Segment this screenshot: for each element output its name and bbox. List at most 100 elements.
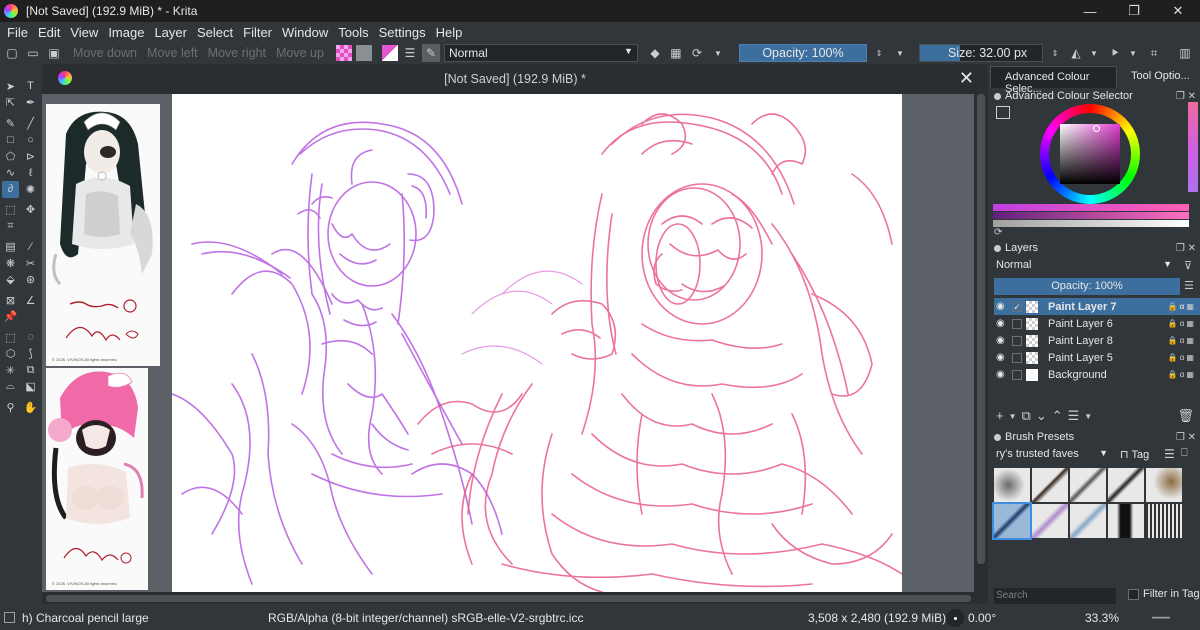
restore-button[interactable]: ❐ <box>1112 0 1156 22</box>
opacity-slider[interactable]: Opacity: 100% <box>738 44 867 62</box>
colour-settings-icon[interactable] <box>996 106 1010 119</box>
filter-in-tag-checkbox[interactable]: Filter in Tag <box>1128 588 1200 600</box>
reference-tool-icon[interactable]: 📌 <box>2 309 19 326</box>
contiguous-select-icon[interactable]: ✳ <box>2 362 19 379</box>
enclose-fill-icon[interactable]: ⊛ <box>22 272 39 289</box>
close-window-button[interactable]: ✕ <box>1156 0 1200 22</box>
add-layer-icon[interactable]: + <box>996 408 1004 424</box>
status-color-profile[interactable]: RGB/Alpha (8-bit integer/channel) sRGB-e… <box>268 611 583 625</box>
panel-float-close-icon[interactable]: ❐ ✕ <box>1176 432 1196 443</box>
colorize-mask-icon[interactable]: ❋ <box>2 255 19 272</box>
layer-menu-icon[interactable]: ☰ <box>1184 279 1194 292</box>
move-layer-down-icon[interactable]: ⌄ <box>1036 408 1047 424</box>
duplicate-layer-icon[interactable]: ⧉ <box>1022 408 1031 424</box>
move-left-button[interactable]: Move left <box>147 46 198 60</box>
chevron-down-icon[interactable]: ▼ <box>1009 408 1017 424</box>
calligraphy-icon[interactable]: ✒ <box>22 95 39 112</box>
visibility-eye-icon[interactable]: ◉ <box>996 352 1006 363</box>
edit-shapes-icon[interactable]: ⇱ <box>2 95 19 112</box>
wrap-around-icon[interactable]: ⌗ <box>1145 44 1163 62</box>
colour-gradient-bar-3[interactable] <box>993 220 1189 227</box>
size-stepper-icon[interactable]: ⇕ <box>1046 44 1064 62</box>
move-up-button[interactable]: Move up <box>276 46 324 60</box>
horizontal-scroll-thumb[interactable] <box>46 595 971 602</box>
move-tool-icon[interactable]: ✥ <box>22 202 39 219</box>
mirror-vertical-icon[interactable]: ⯈ <box>1106 44 1124 62</box>
layer-row[interactable]: ◉ Paint Layer 8 🔒α▦ <box>994 332 1200 349</box>
colour-gradient-bar-2[interactable] <box>993 212 1189 219</box>
open-folder-icon[interactable]: ▭ <box>24 44 42 62</box>
vertical-scrollbar[interactable] <box>974 94 988 592</box>
transform-tool-icon[interactable]: ⬚ <box>2 202 19 219</box>
menu-filter[interactable]: Filter <box>238 25 277 40</box>
layer-row[interactable]: ◉ Background 🔒α▦ <box>994 366 1200 383</box>
rectangle-tool-icon[interactable]: □ <box>2 132 19 149</box>
brush-preset[interactable] <box>1146 504 1182 538</box>
pan-tool-icon[interactable]: ✋ <box>22 399 39 416</box>
delete-layer-icon[interactable]: 🗑 <box>1177 408 1194 424</box>
menu-select[interactable]: Select <box>192 25 238 40</box>
visibility-eye-icon[interactable]: ◉ <box>996 318 1006 329</box>
blend-mode-select[interactable]: Normal ▼ <box>443 44 638 62</box>
menu-settings[interactable]: Settings <box>374 25 431 40</box>
filter-icon[interactable]: ⊽ <box>1184 259 1192 272</box>
foreground-background-color-icon[interactable] <box>381 45 398 61</box>
move-down-button[interactable]: Move down <box>73 46 137 60</box>
preset-search-input[interactable]: Search <box>994 588 1116 604</box>
freehand-path-icon[interactable]: ℓ <box>22 165 39 182</box>
reference-image-2[interactable]: © 2026. VIVINOS All rights reserved. <box>46 368 148 590</box>
tag-button[interactable]: ⊓ Tag <box>1120 448 1149 461</box>
save-icon[interactable]: ▣ <box>45 44 63 62</box>
color-sampler-icon[interactable]: ⁄ <box>22 239 39 256</box>
layer-props-icons[interactable]: 🔒α▦ <box>1168 302 1196 311</box>
preset-tag-select[interactable]: ry's trusted faves ▼ <box>994 446 1110 464</box>
layer-checkbox[interactable] <box>1012 318 1022 329</box>
rotation-control[interactable]: 0.00° <box>946 609 996 627</box>
brush-preset[interactable] <box>1032 468 1068 502</box>
text-tool-icon[interactable]: T <box>22 78 39 95</box>
layer-props-icons[interactable]: 🔒α▦ <box>1168 353 1196 362</box>
rect-select-icon[interactable]: ⬚ <box>2 329 19 346</box>
ellipse-select-icon[interactable]: ◌ <box>22 329 39 346</box>
layer-properties-icon[interactable]: ☰ <box>1068 408 1080 424</box>
colour-gradient-bar-1[interactable] <box>993 204 1189 211</box>
close-document-icon[interactable]: ✕ <box>959 68 974 89</box>
chevron-down-icon[interactable]: ▼ <box>709 44 727 62</box>
chevron-down-icon[interactable]: ▼ <box>1084 408 1092 424</box>
new-document-icon[interactable]: ▢ <box>3 44 21 62</box>
bezier-select-icon[interactable]: ⌓ <box>2 379 19 396</box>
fill-tool-icon[interactable]: ⬙ <box>2 272 19 289</box>
brush-preset[interactable] <box>994 468 1030 502</box>
move-layer-up-icon[interactable]: ⌃ <box>1052 408 1063 424</box>
multibrush-icon[interactable]: ✺ <box>22 181 39 198</box>
refresh-icon[interactable]: ⟳ <box>994 227 1002 238</box>
preset-view-icon[interactable]: ☰ <box>1164 447 1175 461</box>
brush-settings-icon[interactable]: ☰ <box>401 44 419 62</box>
layer-checkbox[interactable] <box>1012 352 1022 363</box>
gradient-swatch-icon[interactable] <box>335 45 352 61</box>
reference-image-1[interactable]: © 2026. VIVINOS All rights reserved. <box>46 104 160 366</box>
preset-info-icon[interactable]: ⎕ <box>1181 447 1188 460</box>
chevron-down-icon[interactable]: ▼ <box>1085 44 1103 62</box>
freehand-select-icon[interactable]: ⟆ <box>22 346 39 363</box>
colour-wheel[interactable] <box>1040 104 1140 204</box>
checkbox-box[interactable] <box>1128 588 1139 600</box>
freehand-brush-icon[interactable]: ✎ <box>2 115 19 132</box>
smart-patch-icon[interactable]: ✂ <box>22 255 39 272</box>
eraser-icon[interactable]: ◆ <box>646 44 664 62</box>
layer-row[interactable]: ◉ Paint Layer 6 🔒α▦ <box>994 315 1200 332</box>
polyline-tool-icon[interactable]: ⊳ <box>22 148 39 165</box>
panel-float-close-icon[interactable]: ❐ ✕ <box>1176 243 1196 254</box>
layer-props-icons[interactable]: 🔒α▦ <box>1168 370 1196 379</box>
reload-preset-icon[interactable]: ⟳ <box>688 44 706 62</box>
alpha-lock-icon[interactable]: ▦ <box>667 44 685 62</box>
menu-layer[interactable]: Layer <box>149 25 192 40</box>
magnetic-select-icon[interactable]: ⬕ <box>22 379 39 396</box>
chevron-down-icon[interactable]: ▼ <box>891 44 909 62</box>
layer-row[interactable]: ◉ ✓ Paint Layer 7 🔒α▦ <box>994 298 1200 315</box>
brush-preset-icon[interactable]: ✎ <box>421 44 440 62</box>
visibility-eye-icon[interactable]: ◉ <box>996 301 1006 312</box>
line-tool-icon[interactable]: ╱ <box>22 115 39 132</box>
brush-preset[interactable] <box>1070 504 1106 538</box>
dynamic-brush-icon[interactable]: ∂ <box>2 181 19 198</box>
